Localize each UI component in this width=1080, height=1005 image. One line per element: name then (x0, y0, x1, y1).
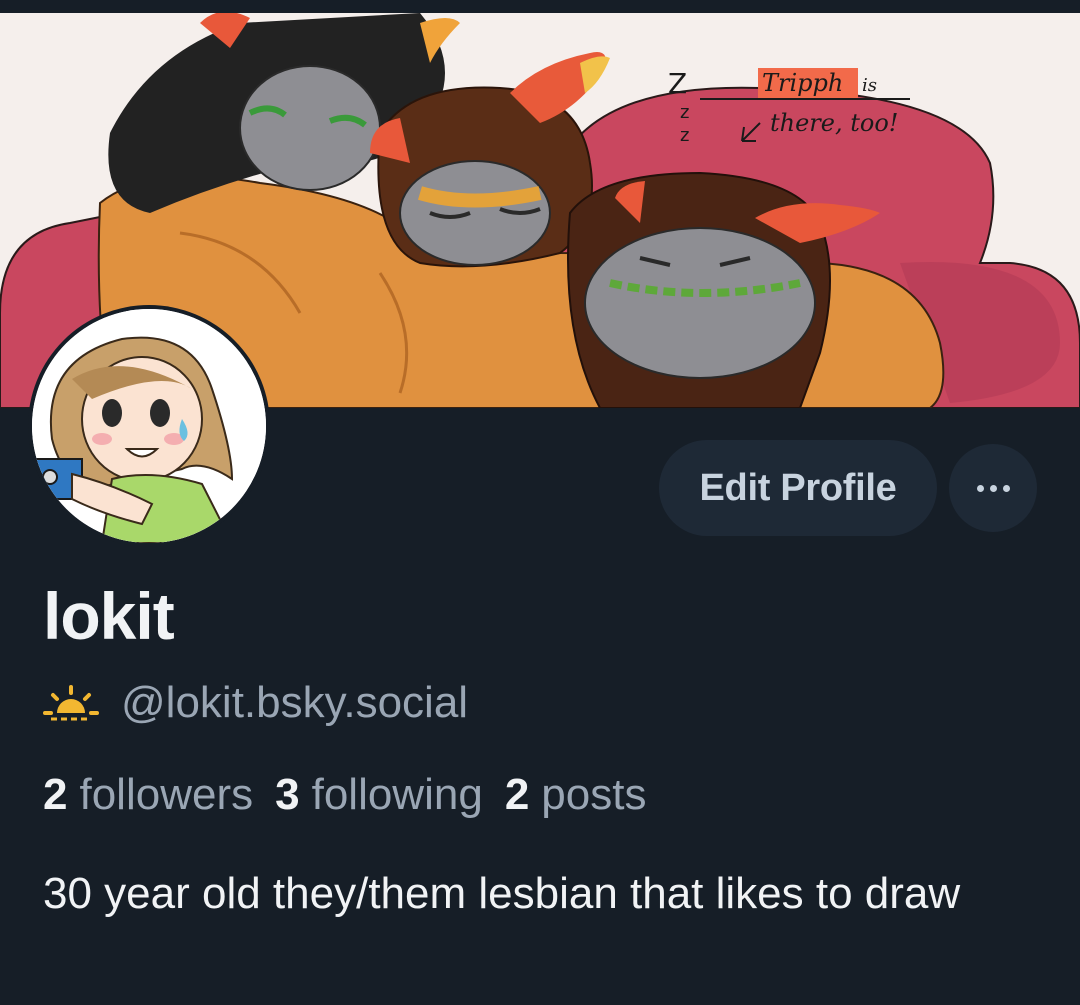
zzz-small-mark-1: z (680, 102, 689, 123)
following-stat[interactable]: 3 following (275, 770, 483, 820)
display-name: lokit (43, 579, 175, 653)
posts-label: posts (541, 770, 647, 819)
followers-count: 2 (43, 770, 68, 819)
ellipsis-icon (976, 484, 984, 492)
followers-stat[interactable]: 2 followers (43, 770, 253, 820)
posts-stat: 2 posts (505, 770, 647, 820)
avatar[interactable] (28, 305, 270, 547)
sunrise-icon (43, 685, 99, 721)
more-options-button[interactable] (949, 444, 1037, 532)
ellipsis-dot (989, 484, 997, 492)
user-handle: @lokit.bsky.social (121, 678, 469, 727)
edit-profile-button[interactable]: Edit Profile (659, 440, 937, 536)
zzz-mark: Z (668, 67, 687, 100)
zzz-small-mark-2: z (680, 125, 689, 146)
following-count: 3 (275, 770, 300, 819)
posts-count: 2 (504, 770, 530, 819)
following-label: following (311, 770, 483, 819)
handle-row: @lokit.bsky.social (43, 678, 468, 728)
banner-annotation-name: Tripph (762, 69, 843, 97)
profile-stats: 2 followers 3 following 2 posts (43, 770, 668, 820)
avatar-illustration (32, 309, 266, 543)
banner-annotation-line2: there, too! (770, 109, 898, 137)
status-bar (0, 0, 1080, 13)
ellipsis-dot (1002, 484, 1010, 492)
banner-annotation-is: is (862, 75, 877, 96)
followers-label: followers (79, 770, 254, 819)
profile-bio: 30 year old they/them lesbian that likes… (43, 869, 961, 918)
edit-profile-label: Edit Profile (699, 466, 897, 509)
